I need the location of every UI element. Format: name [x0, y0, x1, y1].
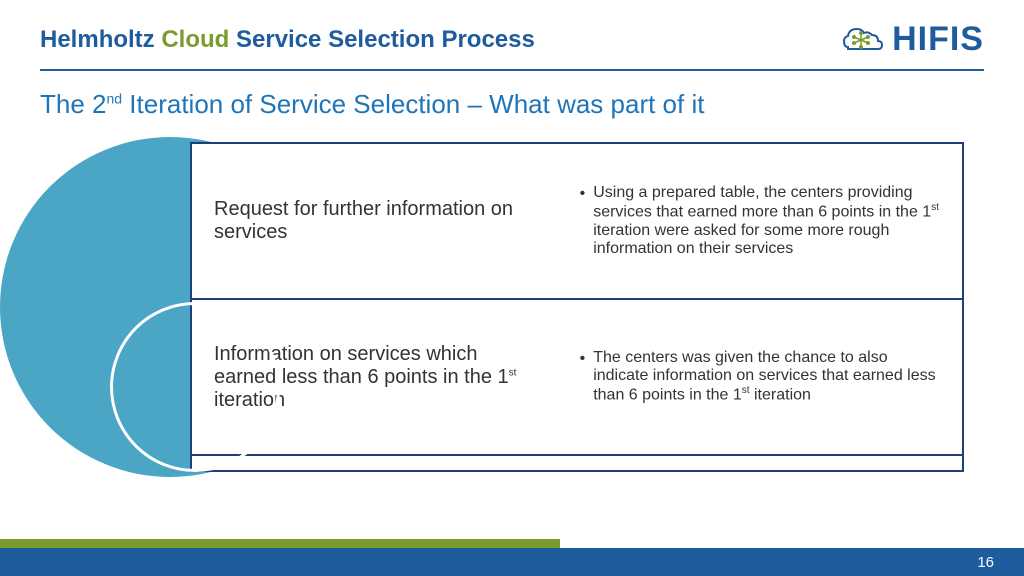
- row-heading: Request for further information on servi…: [192, 144, 562, 298]
- row-detail: The centers was given the chance to also…: [562, 300, 962, 454]
- content-area: Request for further information on servi…: [120, 142, 964, 472]
- hifis-logo: HIFIS: [840, 20, 984, 59]
- logo-text: HIFIS: [892, 20, 984, 59]
- detail-post: iteration: [750, 387, 811, 404]
- table-row-spacer: [192, 456, 962, 470]
- subtitle-sup: nd: [107, 90, 123, 106]
- detail-sup: st: [742, 385, 750, 396]
- cloud-network-icon: [840, 23, 886, 57]
- content-table: Request for further information on servi…: [190, 142, 964, 472]
- subtitle-prefix: The 2: [40, 89, 107, 119]
- footer-accent-bar: [0, 539, 560, 548]
- decorative-circle-small: [110, 302, 280, 472]
- title-word-1: Helmholtz: [40, 26, 155, 53]
- table-row: Information on services which earned les…: [192, 300, 962, 456]
- detail-pre: Using a prepared table, the centers prov…: [593, 184, 931, 220]
- slide-header: Helmholtz Cloud Service Selection Proces…: [0, 0, 1024, 59]
- title-rest: Service Selection Process: [236, 26, 535, 53]
- row-detail: Using a prepared table, the centers prov…: [562, 144, 962, 298]
- heading-sup: st: [509, 367, 517, 378]
- page-number: 16: [977, 554, 994, 571]
- row-heading-text: Request for further information on servi…: [214, 198, 540, 244]
- slide-subtitle: The 2nd Iteration of Service Selection –…: [0, 71, 1024, 120]
- slide-title: Helmholtz Cloud Service Selection Proces…: [40, 26, 535, 54]
- subtitle-rest: Iteration of Service Selection – What wa…: [122, 89, 704, 119]
- title-word-2: Cloud: [161, 26, 229, 53]
- detail-sup: st: [931, 202, 939, 213]
- slide-footer: 16: [0, 548, 1024, 576]
- detail-post: iteration were asked for some more rough…: [593, 222, 889, 257]
- table-row: Request for further information on servi…: [192, 144, 962, 300]
